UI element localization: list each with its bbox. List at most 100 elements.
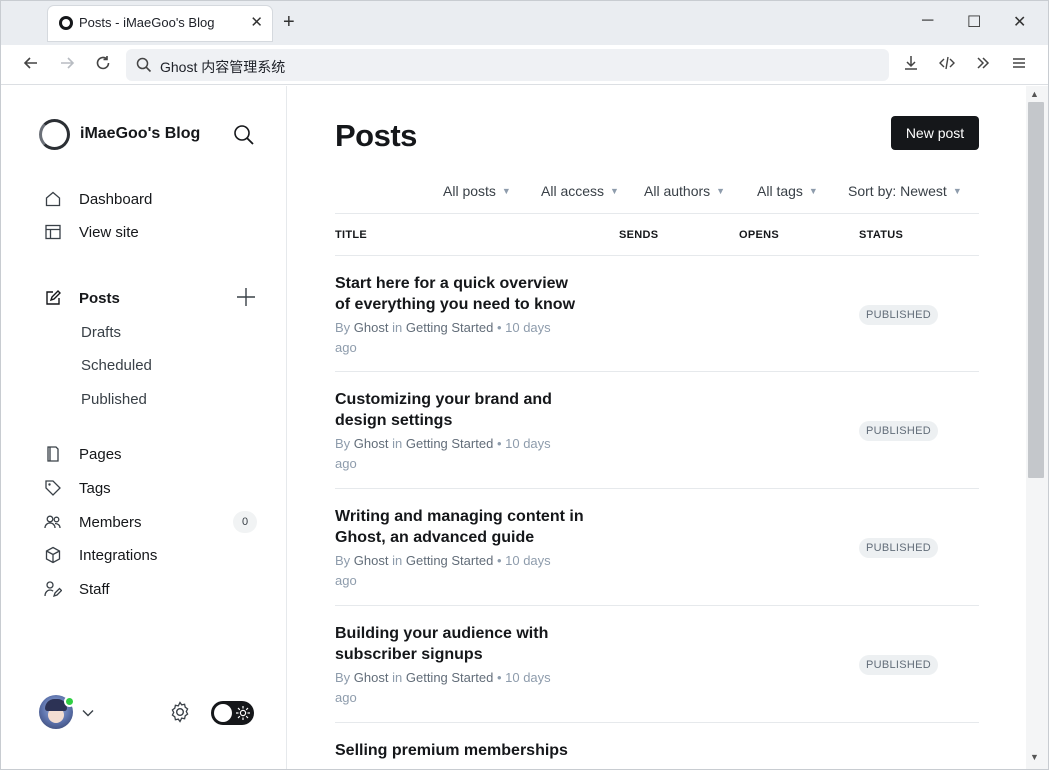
post-meta: By Ghost in Getting Started • 10 days ag… [335, 434, 575, 474]
post-author[interactable]: Ghost [354, 553, 389, 568]
filter-label: All authors [644, 183, 711, 199]
search-icon [136, 57, 152, 73]
post-author[interactable]: Ghost [354, 436, 389, 451]
maximize-button[interactable]: ☐ [967, 12, 981, 32]
tag-icon [43, 478, 63, 498]
back-button[interactable] [20, 54, 42, 76]
sidebar-item-label: Dashboard [79, 190, 153, 208]
edit-icon [43, 288, 63, 308]
dark-mode-toggle[interactable] [211, 701, 254, 725]
column-status: STATUS [859, 229, 904, 241]
post-tag[interactable]: Getting Started [406, 670, 493, 685]
sidebar-item-members[interactable]: Members [43, 510, 142, 534]
sort-select[interactable]: Sort by: Newest ▼ [848, 183, 962, 199]
sidebar-item-drafts[interactable]: Drafts [81, 324, 121, 341]
new-post-button[interactable]: New post [891, 116, 979, 150]
gear-icon[interactable] [168, 700, 192, 724]
sidebar-item-dashboard[interactable]: Dashboard [43, 187, 152, 211]
menu-button[interactable] [1008, 54, 1030, 76]
home-icon [43, 189, 63, 209]
browser-window: Posts - iMaeGoo's Blog ✕ + ─ ☐ ✕ Ghost 内… [0, 0, 1049, 770]
search-icon[interactable] [233, 124, 255, 146]
staff-icon [43, 579, 63, 599]
new-tab-button[interactable]: + [283, 11, 295, 33]
more-tools-button[interactable] [972, 54, 994, 76]
meta-in: in [392, 670, 403, 685]
devtools-button[interactable] [936, 54, 958, 76]
post-tag[interactable]: Getting Started [406, 320, 493, 335]
double-chevron-right-icon [977, 57, 990, 69]
table-row[interactable]: Selling premium memberships [335, 723, 979, 769]
table-row[interactable]: Customizing your brand and design settin… [335, 372, 979, 489]
blog-name[interactable]: iMaeGoo's Blog [80, 125, 200, 143]
post-author[interactable]: Ghost [354, 670, 389, 685]
chevron-down-icon: ▼ [808, 186, 818, 196]
tab-strip: Posts - iMaeGoo's Blog ✕ + ─ ☐ ✕ [1, 1, 1048, 45]
meta-by: By [335, 436, 351, 451]
column-title: TITLE [335, 229, 368, 241]
post-tag[interactable]: Getting Started [406, 553, 493, 568]
arrow-right-icon [61, 57, 75, 69]
chevron-down-icon: ▼ [610, 186, 619, 196]
scroll-thumb[interactable] [1028, 102, 1044, 478]
table-row[interactable]: Building your audience with subscriber s… [335, 606, 979, 723]
post-meta: By Ghost in Getting Started • 10 days ag… [335, 551, 575, 591]
post-title[interactable]: Start here for a quick overview of every… [335, 273, 585, 315]
filter-all-tags[interactable]: All tags ▼ [757, 183, 818, 199]
post-title[interactable]: Customizing your brand and design settin… [335, 389, 585, 431]
reload-button[interactable] [92, 54, 114, 76]
filter-all-authors[interactable]: All authors ▼ [644, 183, 725, 199]
meta-separator: • [496, 436, 502, 451]
sidebar-item-pages[interactable]: Pages [43, 442, 122, 466]
minimize-button[interactable]: ─ [922, 12, 933, 30]
filter-all-access[interactable]: All access ▼ [541, 183, 619, 199]
sidebar-item-scheduled[interactable]: Scheduled [81, 357, 152, 374]
sidebar-item-posts[interactable]: Posts [43, 286, 120, 310]
add-post-icon[interactable] [235, 286, 257, 308]
sidebar-item-label: Posts [79, 289, 120, 307]
meta-in: in [392, 553, 403, 568]
table-row[interactable]: Start here for a quick overview of every… [335, 256, 979, 372]
page-scrollbar[interactable]: ▲ ▼ [1026, 86, 1048, 769]
table-row[interactable]: Writing and managing content in Ghost, a… [335, 489, 979, 606]
sidebar-item-label: View site [79, 223, 139, 241]
sidebar-item-staff[interactable]: Staff [43, 577, 110, 601]
url-text: Ghost 内容管理系统 [160, 59, 286, 75]
post-tag[interactable]: Getting Started [406, 436, 493, 451]
post-meta: By Ghost in Getting Started • 10 days ag… [335, 318, 575, 358]
blog-logo[interactable] [39, 119, 70, 150]
sidebar-item-tags[interactable]: Tags [43, 476, 111, 500]
status-badge: PUBLISHED [859, 655, 939, 675]
chevron-down-icon[interactable] [81, 706, 95, 720]
members-icon [43, 512, 63, 532]
post-title[interactable]: Writing and managing content in Ghost, a… [335, 506, 585, 548]
address-bar[interactable]: Ghost 内容管理系统 [126, 49, 889, 81]
ghost-admin: iMaeGoo's Blog Dashboard View site Posts… [1, 86, 1048, 769]
sun-icon [236, 706, 250, 720]
post-title[interactable]: Selling premium memberships [335, 740, 635, 761]
filter-label: All access [541, 183, 605, 199]
post-author[interactable]: Ghost [354, 320, 389, 335]
sidebar-item-integrations[interactable]: Integrations [43, 543, 157, 567]
scroll-down-icon[interactable]: ▼ [1030, 752, 1039, 762]
sidebar-item-label: Members [79, 513, 142, 531]
sidebar-item-published[interactable]: Published [81, 391, 147, 408]
filter-label: All tags [757, 183, 803, 199]
posts-table-header: TITLE SENDS OPENS STATUS [335, 213, 979, 256]
filter-all-posts[interactable]: All posts ▼ [443, 183, 511, 199]
window-close-button[interactable]: ✕ [1013, 12, 1026, 32]
tab-title: Posts - iMaeGoo's Blog [79, 15, 215, 30]
sidebar-item-view-site[interactable]: View site [43, 220, 139, 244]
download-button[interactable] [900, 54, 922, 76]
tab-close-icon[interactable]: ✕ [250, 13, 263, 31]
cube-icon [43, 545, 63, 565]
sidebar-item-label: Tags [79, 479, 111, 497]
forward-button[interactable] [56, 54, 78, 76]
post-title[interactable]: Building your audience with subscriber s… [335, 623, 585, 665]
layout-icon [43, 222, 63, 242]
chevron-down-icon: ▼ [501, 186, 511, 196]
browser-tab[interactable]: Posts - iMaeGoo's Blog ✕ [48, 6, 272, 41]
status-badge: PUBLISHED [859, 421, 939, 441]
scroll-up-icon[interactable]: ▲ [1030, 89, 1039, 99]
filter-label: Sort by: Newest [848, 183, 947, 199]
